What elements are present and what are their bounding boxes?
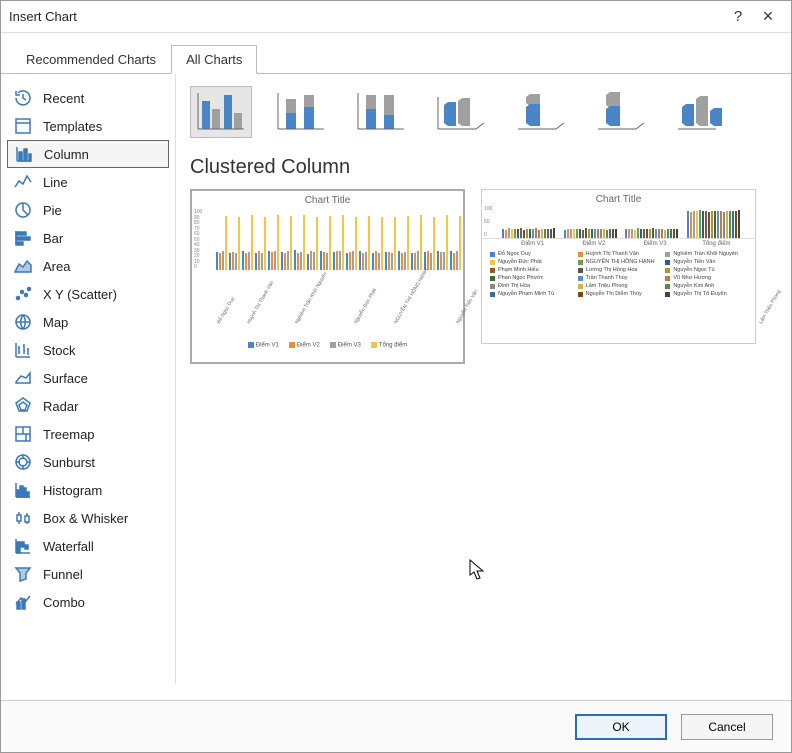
sidebar-item-bar[interactable]: Bar (7, 224, 169, 252)
sidebar-item-box-whisker[interactable]: Box & Whisker (7, 504, 169, 532)
area-icon (13, 256, 33, 276)
tab-recommended[interactable]: Recommended Charts (11, 45, 171, 74)
preview-1[interactable]: Chart Title 1009080706050403020100 Đỗ Ng… (190, 189, 465, 364)
preview-1-title: Chart Title (192, 191, 463, 210)
subtype-clustered-column[interactable] (190, 86, 252, 138)
preview-2-bars: 100500 (482, 209, 755, 239)
templates-icon (13, 116, 33, 136)
subtype-row (190, 86, 777, 138)
sidebar-item-funnel[interactable]: Funnel (7, 560, 169, 588)
sidebar-item-stock[interactable]: Stock (7, 336, 169, 364)
sidebar-item-label: Bar (43, 231, 63, 246)
chart-type-list: Recent Templates Column Line Pie Bar Area X Y (… (1, 74, 176, 684)
sidebar-item-treemap[interactable]: Treemap (7, 420, 169, 448)
tab-strip: Recommended Charts All Charts (1, 33, 791, 74)
sidebar-item-label: Line (43, 175, 68, 190)
main-panel: Clustered Column Chart Title 10090807060… (176, 74, 791, 684)
map-icon (13, 312, 33, 332)
sidebar-item-label: X Y (Scatter) (43, 287, 117, 302)
radar-icon (13, 396, 33, 416)
sidebar-item-label: Templates (43, 119, 102, 134)
histogram-icon (13, 480, 33, 500)
sidebar-item-label: Funnel (43, 567, 83, 582)
sidebar-item-label: Map (43, 315, 68, 330)
subtype-3d-100stacked[interactable] (590, 86, 652, 138)
sidebar-item-label: Waterfall (43, 539, 94, 554)
sidebar-item-label: Column (44, 147, 89, 162)
box-whisker-icon (13, 508, 33, 528)
preview-1-bars: 1009080706050403020100 (192, 210, 463, 270)
subtype-100stacked-column[interactable] (350, 86, 412, 138)
sidebar-item-sunburst[interactable]: Sunburst (7, 448, 169, 476)
line-icon (13, 172, 33, 192)
dialog-title: Insert Chart (9, 9, 723, 24)
preview-2-title: Chart Title (482, 190, 755, 209)
close-button[interactable]: × (753, 6, 783, 27)
sidebar-item-waterfall[interactable]: Waterfall (7, 532, 169, 560)
preview-2-legend: Đỗ Ngọc DuyHuỳnh Thị Thanh VânNghiêm Trầ… (482, 247, 755, 301)
surface-icon (13, 368, 33, 388)
sidebar-item-histogram[interactable]: Histogram (7, 476, 169, 504)
sidebar-item-column[interactable]: Column (7, 140, 169, 168)
waterfall-icon (13, 536, 33, 556)
subtype-3d-stacked[interactable] (510, 86, 572, 138)
help-button[interactable]: ? (723, 8, 753, 25)
recent-icon (13, 88, 33, 108)
sidebar-item-map[interactable]: Map (7, 308, 169, 336)
pie-icon (13, 200, 33, 220)
sidebar-item-combo[interactable]: Combo (7, 588, 169, 616)
sidebar-item-label: Area (43, 259, 70, 274)
sidebar-item-label: Histogram (43, 483, 102, 498)
preview-2[interactable]: Chart Title 100500 Điểm V1Điểm V2Điểm V3… (481, 189, 756, 344)
sunburst-icon (13, 452, 33, 472)
sidebar-item-label: Sunburst (43, 455, 95, 470)
tab-all-charts[interactable]: All Charts (171, 45, 257, 74)
column-icon (14, 144, 34, 164)
sidebar-item-label: Recent (43, 91, 84, 106)
sidebar-item-line[interactable]: Line (7, 168, 169, 196)
stock-icon (13, 340, 33, 360)
sidebar-item-radar[interactable]: Radar (7, 392, 169, 420)
preview-1-categories: Đỗ Ngọc DuyHuỳnh Thị Thanh VânNghiêm Trầ… (192, 270, 463, 340)
sidebar-item-label: Stock (43, 343, 76, 358)
x-y-scatter--icon (13, 284, 33, 304)
preview-2-groups: Điểm V1Điểm V2Điểm V3Tổng điểm (482, 239, 755, 247)
footer: OK Cancel (1, 700, 791, 752)
chart-type-heading: Clustered Column (190, 156, 777, 179)
sidebar-item-label: Pie (43, 203, 62, 218)
ok-button[interactable]: OK (575, 714, 667, 740)
sidebar-item-recent[interactable]: Recent (7, 84, 169, 112)
subtype-3d-clustered[interactable] (430, 86, 492, 138)
combo-icon (13, 592, 33, 612)
sidebar-item-pie[interactable]: Pie (7, 196, 169, 224)
subtype-stacked-column[interactable] (270, 86, 332, 138)
sidebar-item-area[interactable]: Area (7, 252, 169, 280)
funnel-icon (13, 564, 33, 584)
sidebar-item-templates[interactable]: Templates (7, 112, 169, 140)
sidebar-item-label: Radar (43, 399, 78, 414)
sidebar-item-label: Treemap (43, 427, 95, 442)
sidebar-item-x-y-scatter-[interactable]: X Y (Scatter) (7, 280, 169, 308)
sidebar-item-surface[interactable]: Surface (7, 364, 169, 392)
cancel-button[interactable]: Cancel (681, 714, 773, 740)
sidebar-item-label: Box & Whisker (43, 511, 128, 526)
treemap-icon (13, 424, 33, 444)
sidebar-item-label: Surface (43, 371, 88, 386)
titlebar: Insert Chart ? × (1, 1, 791, 33)
bar-icon (13, 228, 33, 248)
subtype-3d-column[interactable] (670, 86, 732, 138)
sidebar-item-label: Combo (43, 595, 85, 610)
